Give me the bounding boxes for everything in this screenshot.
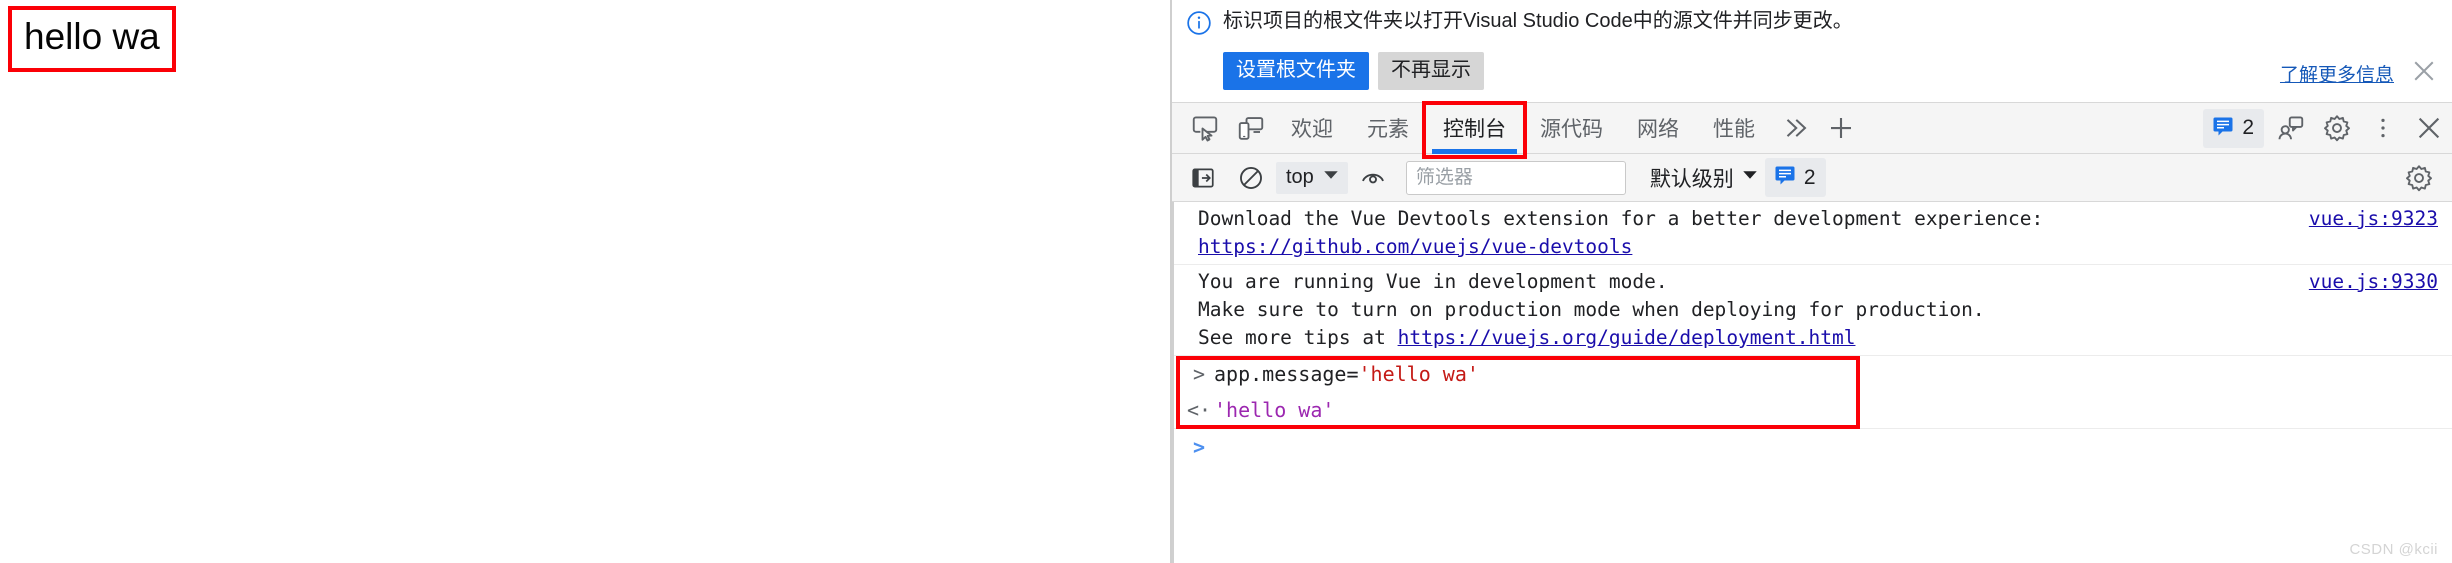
code-string-literal: 'hello wa'	[1358, 362, 1479, 386]
console-message-icon	[1773, 163, 1797, 192]
console-toolbar: top 默认级别	[1172, 154, 2452, 202]
tab-label: 控制台	[1443, 118, 1506, 141]
console-input-code: app.message='hello wa'	[1214, 360, 1479, 388]
set-root-folder-button[interactable]: 设置根文件夹	[1223, 52, 1369, 90]
tab-welcome[interactable]: 欢迎	[1274, 102, 1350, 154]
devtools-tabstrip: 欢迎 元素 控制台 源代码 网络 性能 2	[1172, 101, 2452, 159]
console-filter-field[interactable]	[1405, 160, 1626, 195]
gear-icon[interactable]	[2396, 156, 2442, 200]
console-input-row[interactable]: > app.message='hello wa'	[1174, 356, 2452, 392]
tab-performance[interactable]: 性能	[1696, 102, 1772, 154]
prompt-arrow-icon: >	[1192, 435, 1206, 459]
console-sidebar-icon[interactable]	[1180, 156, 1226, 200]
message-link[interactable]: https://vuejs.org/guide/deployment.html	[1398, 326, 1856, 349]
tab-console[interactable]: 控制台	[1426, 102, 1523, 154]
kebab-menu-icon[interactable]	[2360, 106, 2406, 150]
console-message-count: 2	[2242, 116, 2254, 139]
tab-label: 欢迎	[1291, 118, 1333, 141]
message-line: Download the Vue Devtools extension for …	[1198, 207, 2044, 230]
log-level-selector[interactable]: 默认级别	[1650, 163, 1759, 193]
tab-label: 元素	[1367, 118, 1409, 141]
tab-label: 性能	[1713, 118, 1755, 141]
message-line: See more tips at	[1198, 326, 1398, 349]
console-prompt-row[interactable]: >	[1174, 429, 2452, 465]
info-circle-icon	[1186, 10, 1212, 41]
close-icon[interactable]	[2410, 57, 2438, 90]
message-line: You are running Vue in development mode.	[1198, 270, 1668, 293]
console-message-source[interactable]: vue.js:9323	[2309, 205, 2438, 233]
live-expression-icon[interactable]	[1350, 156, 1396, 200]
inspect-element-icon[interactable]	[1182, 106, 1228, 150]
execution-context-selector[interactable]: top	[1276, 161, 1348, 194]
input-arrow-icon: >	[1192, 362, 1206, 386]
console-output-row[interactable]: <· 'hello wa'	[1174, 392, 2452, 429]
message-link[interactable]: https://github.com/vuejs/vue-devtools	[1198, 235, 1632, 258]
dont-show-again-button[interactable]: 不再显示	[1378, 52, 1484, 90]
workspace-info-banner: 标识项目的根文件夹以打开Visual Studio Code中的源文件并同步更改…	[1172, 0, 2452, 102]
hello-message-annotation: hello wa	[8, 6, 176, 72]
console-message-badge[interactable]: 2	[2203, 108, 2264, 148]
chevron-down-icon	[1322, 166, 1340, 189]
execution-context-value: top	[1286, 165, 1314, 188]
code-expression: app.message=	[1214, 362, 1359, 386]
console-issues-badge[interactable]: 2	[1764, 158, 1826, 197]
console-message-text: Download the Vue Devtools extension for …	[1198, 205, 2291, 261]
tab-label: 源代码	[1540, 118, 1603, 141]
close-icon[interactable]	[2406, 106, 2452, 150]
gear-icon[interactable]	[2314, 106, 2360, 150]
tab-label: 网络	[1637, 118, 1679, 141]
devtools-panel: 标识项目的根文件夹以打开Visual Studio Code中的源文件并同步更改…	[1172, 0, 2452, 563]
tab-network[interactable]: 网络	[1620, 102, 1696, 154]
info-banner-message: 标识项目的根文件夹以打开Visual Studio Code中的源文件并同步更改…	[1223, 10, 1853, 32]
page-viewport: hello wa	[0, 0, 1172, 563]
console-message-row[interactable]: You are running Vue in development mode.…	[1174, 265, 2452, 356]
hello-message-text: hello wa	[24, 16, 160, 57]
message-line: Make sure to turn on production mode whe…	[1198, 298, 1985, 321]
feedback-icon[interactable]	[2268, 106, 2314, 150]
console-output-value: 'hello wa'	[1214, 398, 1335, 422]
clear-console-icon[interactable]	[1228, 156, 1274, 200]
watermark: CSDN @kcii	[2349, 541, 2438, 558]
plus-icon[interactable]	[1818, 106, 1864, 150]
console-evaluation-group: > app.message='hello wa' <· 'hello wa'	[1174, 356, 2452, 429]
device-toolbar-icon[interactable]	[1228, 106, 1274, 150]
learn-more-link[interactable]: 了解更多信息	[2280, 60, 2394, 87]
console-issues-count: 2	[1803, 165, 1816, 189]
log-level-value: 默认级别	[1649, 167, 1734, 191]
console-message-text: You are running Vue in development mode.…	[1198, 268, 2291, 352]
console-message-icon	[2211, 114, 2235, 143]
chevron-down-icon	[1741, 166, 1759, 189]
console-message-source[interactable]: vue.js:9330	[2309, 268, 2438, 296]
console-message-row[interactable]: Download the Vue Devtools extension for …	[1174, 202, 2452, 265]
console-message-list[interactable]: Download the Vue Devtools extension for …	[1172, 202, 2452, 563]
tab-elements[interactable]: 元素	[1350, 102, 1426, 154]
output-arrow-icon: <·	[1186, 398, 1212, 422]
chevron-double-right-icon[interactable]	[1772, 106, 1818, 150]
search-input[interactable]	[1415, 166, 1616, 189]
tab-sources[interactable]: 源代码	[1523, 102, 1620, 154]
